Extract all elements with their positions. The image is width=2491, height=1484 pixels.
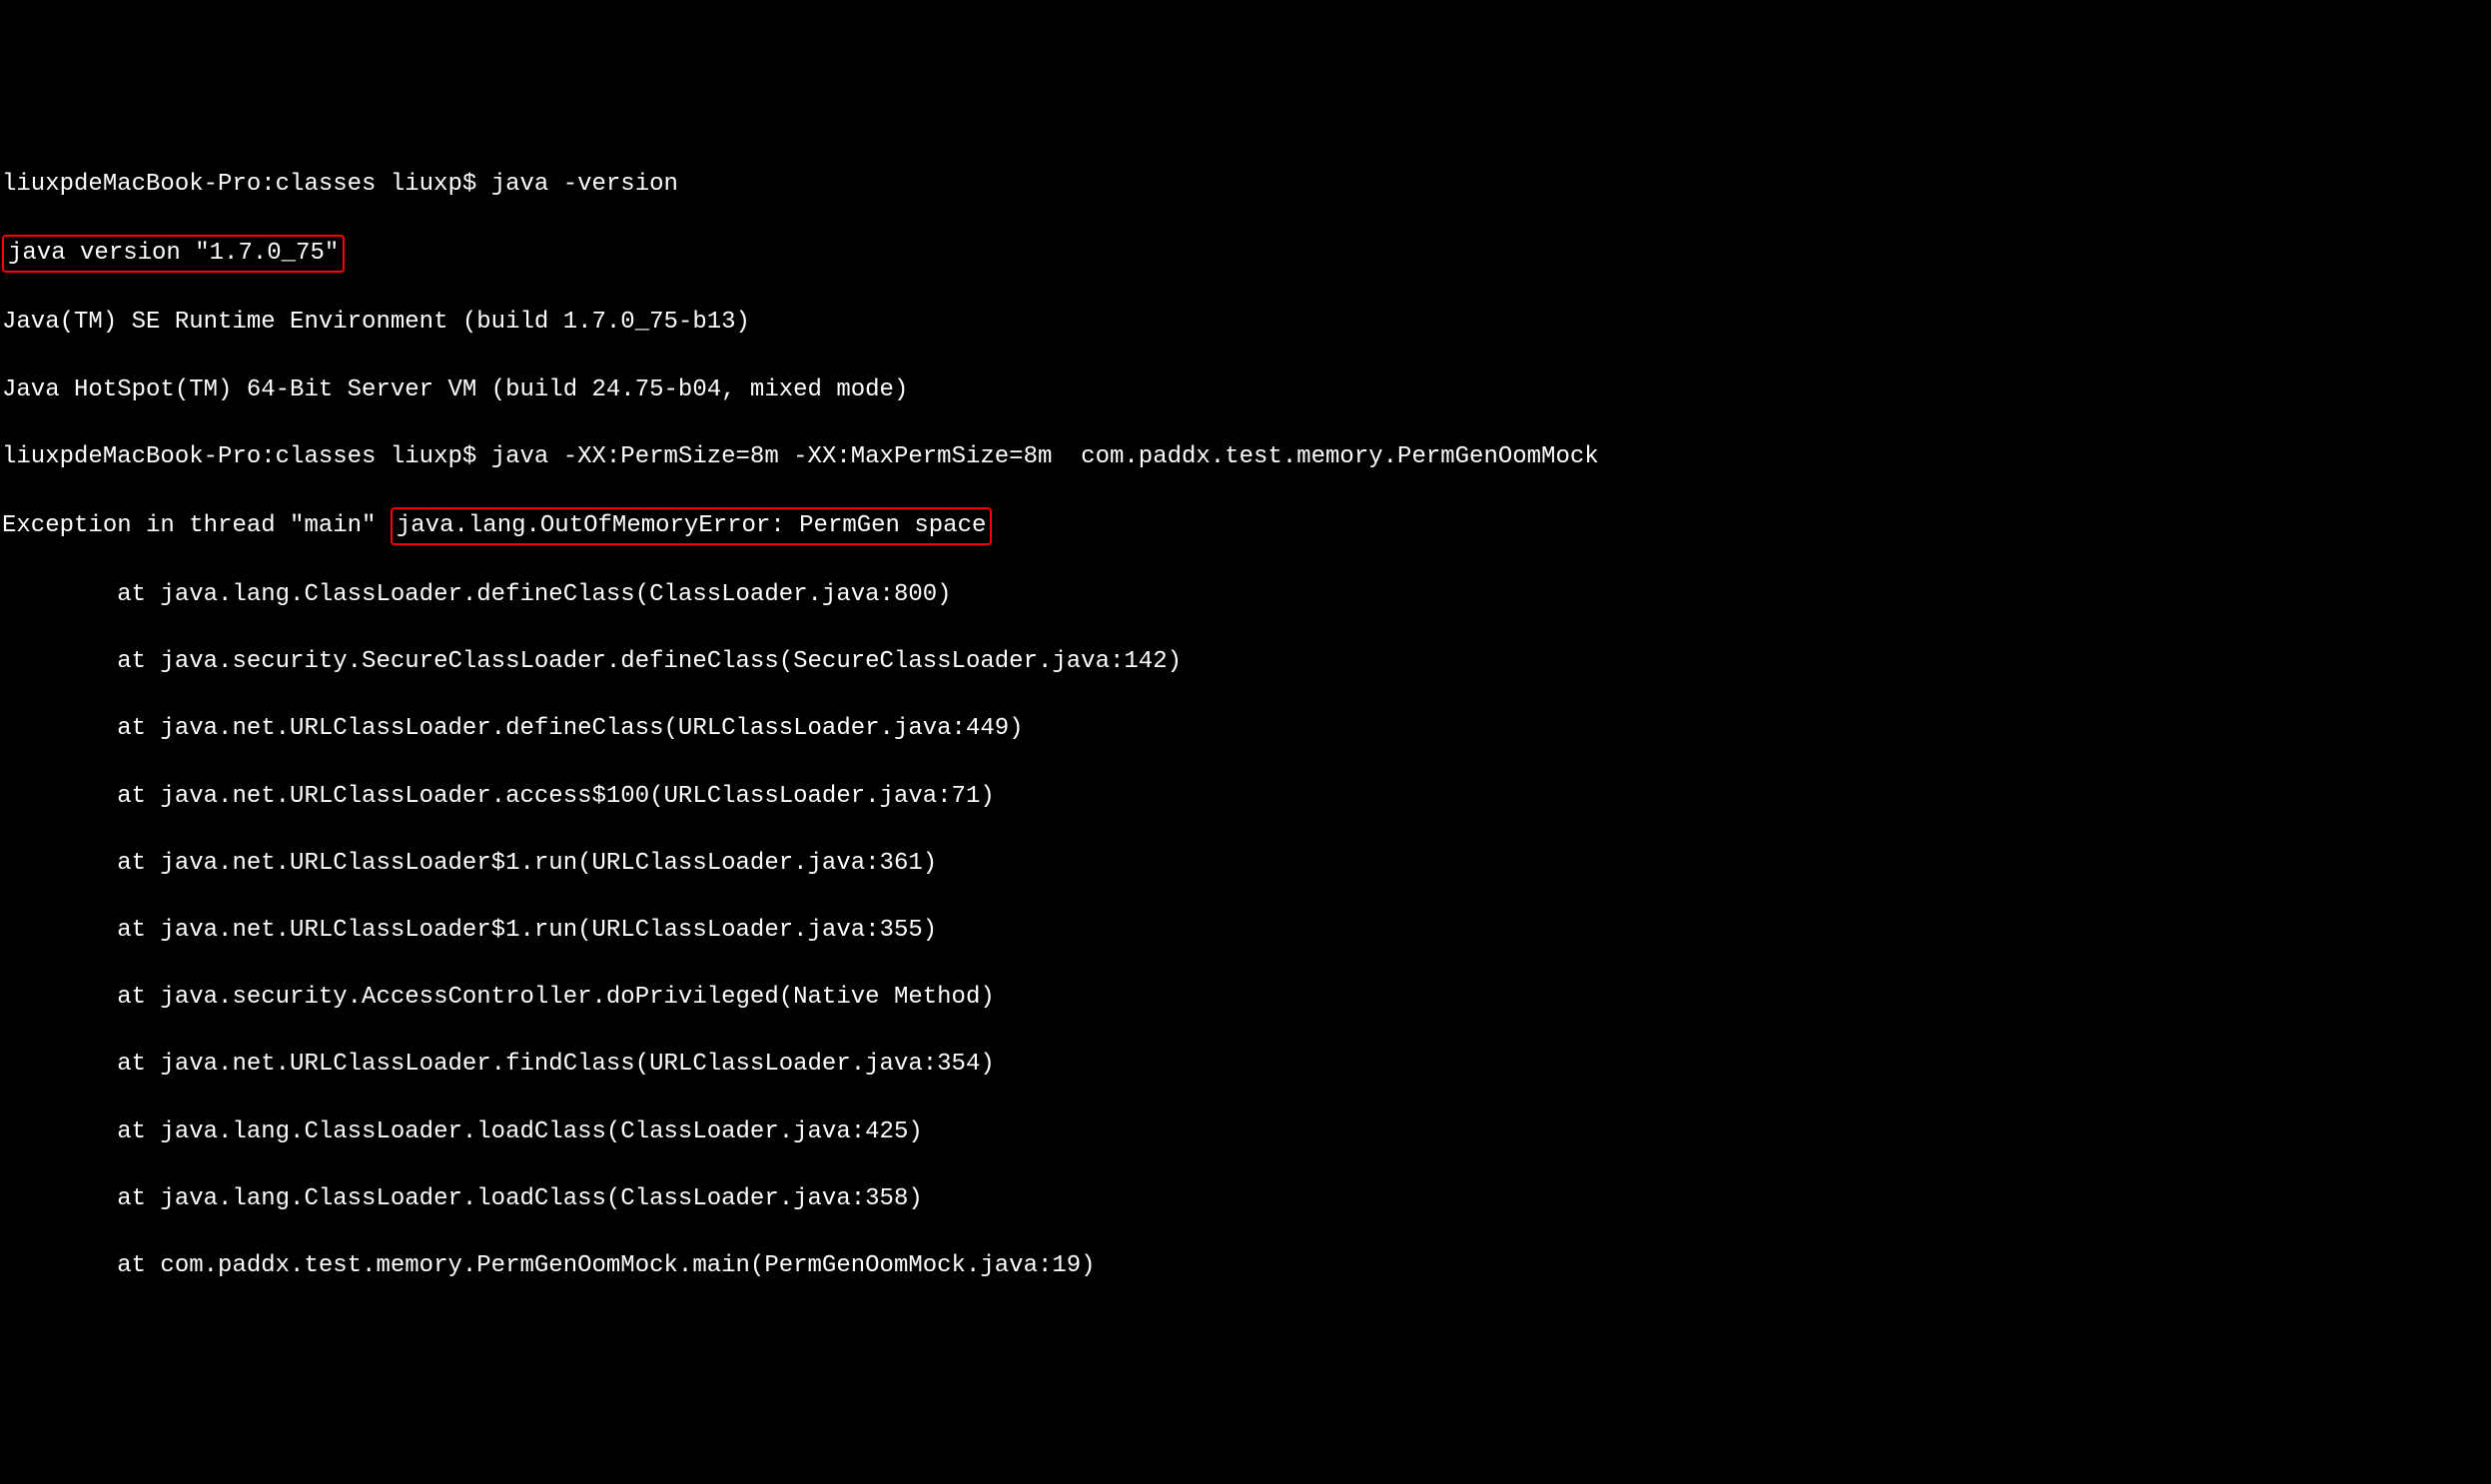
exception-prefix: Exception in thread "main"	[2, 512, 391, 539]
highlight-oom-error: java.lang.OutOfMemoryError: PermGen spac…	[391, 507, 993, 545]
terminal-output: liuxpdeMacBook-Pro:classes liuxp$ java -…	[0, 134, 2491, 1316]
highlight-java-version: java version "1.7.0_75"	[2, 235, 345, 273]
command-text: java -version	[491, 171, 678, 198]
stack-trace-line: at java.net.URLClassLoader.access$100(UR…	[2, 780, 2489, 814]
terminal-line: Java HotSpot(TM) 64-Bit Server VM (build…	[2, 373, 2489, 407]
stack-trace-line: at com.paddx.test.memory.PermGenOomMock.…	[2, 1249, 2489, 1283]
terminal-line: Java(TM) SE Runtime Environment (build 1…	[2, 306, 2489, 340]
stack-trace-line: at java.net.URLClassLoader$1.run(URLClas…	[2, 914, 2489, 948]
shell-prompt: liuxpdeMacBook-Pro:classes liuxp$	[2, 171, 491, 198]
terminal-line: liuxpdeMacBook-Pro:classes liuxp$ java -…	[2, 440, 2489, 474]
shell-prompt: liuxpdeMacBook-Pro:classes liuxp$	[2, 443, 491, 470]
stack-trace-line: at java.lang.ClassLoader.loadClass(Class…	[2, 1182, 2489, 1216]
stack-trace-line: at java.security.AccessController.doPriv…	[2, 981, 2489, 1015]
stack-trace-line: at java.net.URLClassLoader.findClass(URL…	[2, 1048, 2489, 1082]
command-text: java -XX:PermSize=8m -XX:MaxPermSize=8m …	[491, 443, 1599, 470]
stack-trace-line: at java.net.URLClassLoader.defineClass(U…	[2, 712, 2489, 746]
stack-trace-line: at java.lang.ClassLoader.loadClass(Class…	[2, 1115, 2489, 1149]
stack-trace-line: at java.net.URLClassLoader$1.run(URLClas…	[2, 847, 2489, 881]
terminal-line: java version "1.7.0_75"	[2, 235, 2489, 273]
terminal-line: liuxpdeMacBook-Pro:classes liuxp$ java -…	[2, 168, 2489, 202]
stack-trace-line: at java.security.SecureClassLoader.defin…	[2, 645, 2489, 679]
terminal-line: Exception in thread "main" java.lang.Out…	[2, 507, 2489, 545]
stack-trace-line: at java.lang.ClassLoader.defineClass(Cla…	[2, 578, 2489, 612]
